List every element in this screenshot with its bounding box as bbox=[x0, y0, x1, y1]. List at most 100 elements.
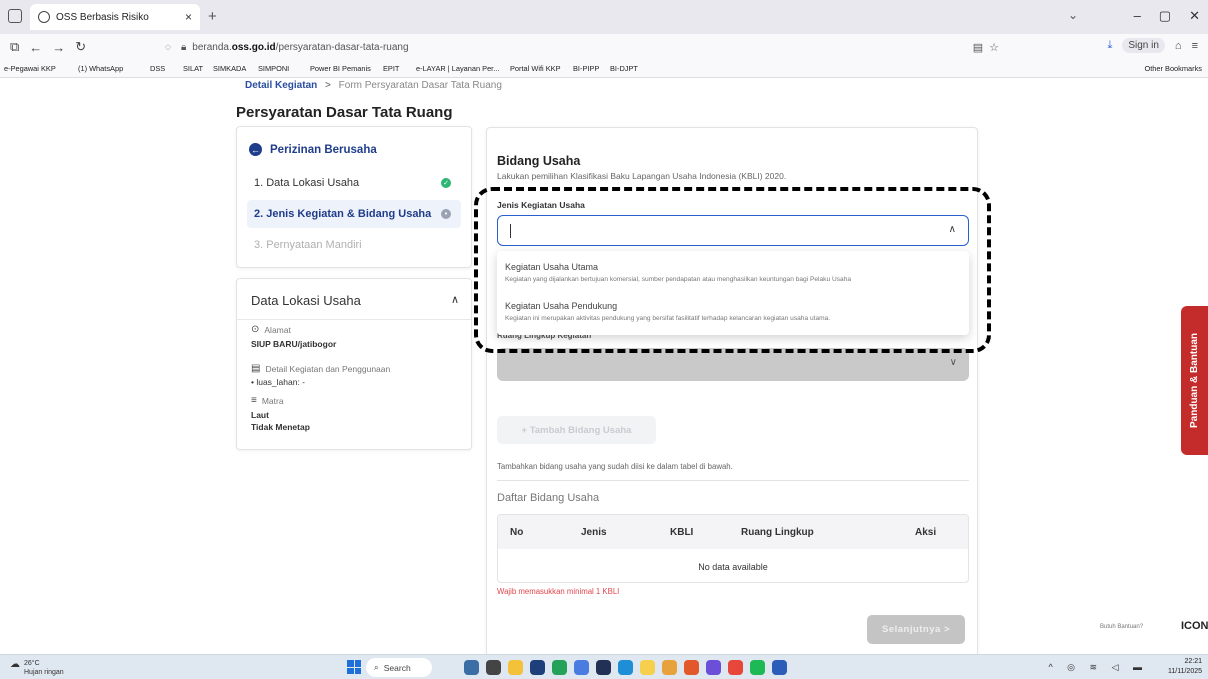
option-kegiatan-pendukung[interactable]: Kegiatan Usaha Pendukung Kegiatan ini me… bbox=[505, 301, 961, 322]
shield-icon: ◌ bbox=[165, 41, 171, 53]
back-arrow-icon[interactable]: ← bbox=[29, 40, 42, 55]
extensions-icon[interactable]: ⌂ bbox=[1175, 40, 1182, 52]
clock[interactable]: 22:21 11/11/2025 bbox=[1168, 657, 1202, 677]
collapse-chevron-icon[interactable]: ∧ bbox=[451, 293, 459, 306]
taskbar-search[interactable]: ⌕ Search bbox=[366, 658, 432, 677]
back-to-perizinan[interactable]: ← Perizinan Berusaha bbox=[249, 143, 377, 156]
option-title: Kegiatan Usaha Pendukung bbox=[505, 301, 618, 311]
window-controls: – ▢ ✕ bbox=[1134, 8, 1200, 24]
reader-bookmark-icons[interactable]: ▤☆ bbox=[973, 41, 1005, 54]
firefox-app-icon[interactable] bbox=[684, 660, 699, 675]
bookmark-item[interactable]: (1) WhatsApp bbox=[78, 64, 123, 73]
bookmark-item[interactable]: SIMKADA bbox=[213, 64, 246, 73]
tab-close-icon[interactable]: × bbox=[185, 10, 192, 24]
bidang-usaha-table: No Jenis KBLI Ruang Lingkup Aksi No data… bbox=[497, 514, 969, 583]
app-icon[interactable] bbox=[596, 660, 611, 675]
add-bidang-usaha-button[interactable]: + Tambah Bidang Usaha bbox=[497, 416, 656, 444]
widgets-app-icon[interactable] bbox=[464, 660, 479, 675]
store-app-icon[interactable] bbox=[530, 660, 545, 675]
system-tray[interactable]: ^ ◎ ≋ ◁ ▬ bbox=[1048, 662, 1148, 673]
help-prompt: Butuh Bantuan? bbox=[1100, 624, 1144, 630]
file-explorer-icon[interactable] bbox=[508, 660, 523, 675]
tab-list-icon[interactable] bbox=[8, 9, 22, 23]
address-bar[interactable]: ◌ 🔒︎ beranda.oss.go.id/persyaratan-dasar… bbox=[165, 37, 1015, 57]
minimize-icon[interactable]: – bbox=[1134, 8, 1141, 24]
bidang-usaha-card: Bidang Usaha Lakukan pemilihan Klasifika… bbox=[486, 127, 978, 657]
bookmark-item[interactable]: Portal Wifi KKP bbox=[510, 64, 561, 73]
app-icon[interactable] bbox=[772, 660, 787, 675]
next-button[interactable]: Selanjutnya > bbox=[867, 615, 965, 644]
divider bbox=[237, 319, 471, 320]
status-dot-icon: • bbox=[441, 209, 451, 219]
time: 22:21 bbox=[1184, 658, 1202, 665]
document-icon: ▤ bbox=[251, 363, 261, 374]
other-bookmarks[interactable]: Other Bookmarks bbox=[1144, 64, 1202, 73]
sign-in-button[interactable]: Sign in bbox=[1122, 38, 1165, 53]
browser-tab[interactable]: OSS Berbasis Risiko × bbox=[30, 4, 200, 30]
option-kegiatan-utama[interactable]: Kegiatan Usaha Utama Kegiatan yang dijal… bbox=[505, 262, 961, 283]
error-message: Wajib memasukkan minimal 1 KBLI bbox=[497, 587, 620, 596]
bookmark-item[interactable]: e-Pegawai KKP bbox=[4, 64, 56, 73]
windows-start-icon[interactable] bbox=[347, 660, 361, 674]
sidebar-toggle-icon[interactable]: ⧉ bbox=[10, 39, 19, 55]
bookmark-item[interactable]: SIMPONI bbox=[258, 64, 289, 73]
jenis-kegiatan-select[interactable]: ∧ bbox=[497, 215, 969, 246]
chrome-app-icon[interactable] bbox=[728, 660, 743, 675]
location-pin-icon: ⊙ bbox=[251, 324, 260, 335]
bookmark-item[interactable]: BI-DJPT bbox=[610, 64, 638, 73]
divider bbox=[497, 480, 969, 481]
breadcrumb-link[interactable]: Detail Kegiatan bbox=[245, 80, 317, 91]
detail-label: ▤ Detail Kegiatan dan Penggunaan bbox=[251, 363, 391, 374]
nav-right-controls: ⤓ Sign in ⌂ ≡ bbox=[1107, 38, 1198, 53]
step-label: 2. Jenis Kegiatan & Bidang Usaha bbox=[254, 208, 432, 220]
step-pernyataan-mandiri[interactable]: 3. Pernyataan Mandiri bbox=[247, 231, 461, 259]
tab-overflow-chevron-icon[interactable]: ⌄ bbox=[1068, 8, 1078, 22]
list-title: Daftar Bidang Usaha bbox=[497, 492, 600, 504]
edge-app-icon[interactable] bbox=[618, 660, 633, 675]
jenis-kegiatan-label: Jenis Kegiatan Usaha bbox=[497, 200, 585, 210]
bookmark-item[interactable]: DSS bbox=[150, 64, 165, 73]
download-icon[interactable]: ⤓ bbox=[1107, 39, 1112, 52]
close-window-icon[interactable]: ✕ bbox=[1189, 8, 1200, 24]
matra-value: Laut bbox=[251, 410, 269, 420]
bookmark-item[interactable]: Power BI Pemanis bbox=[310, 64, 371, 73]
option-title: Kegiatan Usaha Utama bbox=[505, 262, 599, 272]
bookmark-item[interactable]: e-LAYAR | Layanan Per... bbox=[416, 64, 499, 73]
tab-title: OSS Berbasis Risiko bbox=[56, 11, 149, 23]
task-view-icon[interactable] bbox=[486, 660, 501, 675]
new-tab-button[interactable]: + bbox=[208, 8, 217, 25]
app-icon[interactable] bbox=[706, 660, 721, 675]
app-icon[interactable] bbox=[574, 660, 589, 675]
matra-label: ≡ Matra bbox=[251, 395, 284, 406]
jenis-kegiatan-dropdown: Kegiatan Usaha Utama Kegiatan yang dijal… bbox=[497, 251, 969, 335]
spotify-app-icon[interactable] bbox=[750, 660, 765, 675]
option-description: Kegiatan yang dijalankan bertujuan komer… bbox=[505, 276, 852, 283]
rain-cloud-icon: ☁ bbox=[10, 659, 20, 670]
chevron-up-icon[interactable]: ∧ bbox=[949, 224, 956, 235]
search-label: Search bbox=[383, 662, 411, 673]
app-icon[interactable] bbox=[662, 660, 677, 675]
helper-text: Tambahkan bidang usaha yang sudah diisi … bbox=[497, 462, 733, 471]
back-arrow-circle-icon: ← bbox=[249, 143, 262, 156]
step-data-lokasi[interactable]: 1. Data Lokasi Usaha ✓ bbox=[247, 169, 461, 197]
reload-icon[interactable]: ↻ bbox=[75, 39, 86, 55]
column-header: Aksi bbox=[915, 527, 937, 538]
option-description: Kegiatan ini merupakan aktivitas penduku… bbox=[505, 315, 831, 322]
temperature: 26°C bbox=[24, 660, 40, 667]
weather-condition: Hujan ringan bbox=[24, 669, 64, 676]
alamat-value: SIUP BARU/jatibogor bbox=[251, 339, 337, 349]
restore-icon[interactable]: ▢ bbox=[1159, 8, 1171, 24]
matra-value: Tidak Menetap bbox=[251, 422, 310, 432]
step-label: 1. Data Lokasi Usaha bbox=[254, 177, 360, 189]
steps-header-label: Perizinan Berusaha bbox=[270, 143, 377, 156]
menu-icon[interactable]: ≡ bbox=[1192, 40, 1198, 52]
bookmark-item[interactable]: SILAT bbox=[183, 64, 203, 73]
forward-arrow-icon[interactable]: → bbox=[52, 40, 65, 55]
help-side-tab[interactable]: Panduan & Bantuan bbox=[1181, 306, 1208, 455]
app-icon[interactable] bbox=[640, 660, 655, 675]
whatsapp-app-icon[interactable] bbox=[552, 660, 567, 675]
bookmark-item[interactable]: BI-PIPP bbox=[573, 64, 599, 73]
step-jenis-kegiatan[interactable]: 2. Jenis Kegiatan & Bidang Usaha • bbox=[247, 200, 461, 228]
lock-icon[interactable]: 🔒︎ bbox=[181, 42, 186, 53]
bookmark-item[interactable]: EPIT bbox=[383, 64, 399, 73]
